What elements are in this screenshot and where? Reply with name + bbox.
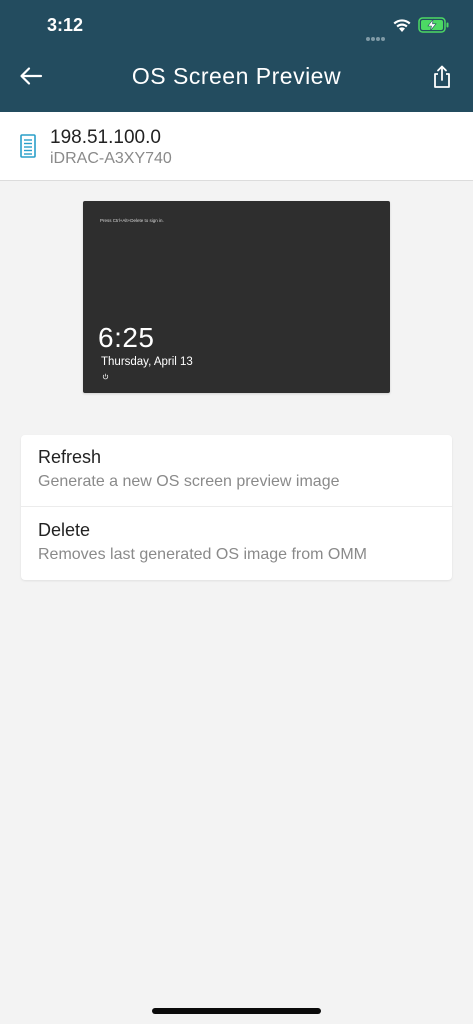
delete-subtitle: Removes last generated OS image from OMM — [38, 546, 368, 563]
status-bar: 3:12 — [0, 0, 473, 50]
power-icon — [102, 373, 109, 380]
refresh-action[interactable]: Refresh Generate a new OS screen preview… — [21, 435, 452, 507]
app-header: 3:12 OS Screen Preview — [0, 0, 473, 112]
wifi-icon — [393, 19, 411, 32]
cellular-signal-icon — [366, 28, 388, 41]
home-indicator[interactable] — [152, 1008, 321, 1014]
device-ip-address: 198.51.100.0 — [50, 127, 161, 148]
page-title: OS Screen Preview — [131, 63, 342, 89]
status-time: 3:12 — [47, 15, 84, 35]
refresh-subtitle: Generate a new OS screen preview image — [38, 473, 340, 490]
battery-charging-icon — [418, 17, 449, 33]
device-header: 198.51.100.0 iDRAC-A3XY740 — [0, 112, 473, 181]
preview-clock-time: 6:25 — [98, 322, 155, 353]
nav-bar: OS Screen Preview — [0, 50, 473, 112]
share-icon[interactable] — [430, 63, 454, 91]
device-hostname: iDRAC-A3XY740 — [50, 150, 172, 167]
os-screen-preview-image: Press Ctrl+Alt+Delete to sign in. 6:25 T… — [83, 201, 390, 393]
delete-action[interactable]: Delete Removes last generated OS image f… — [21, 508, 452, 580]
preview-signin-hint: Press Ctrl+Alt+Delete to sign in. — [100, 218, 164, 223]
server-icon — [20, 134, 36, 158]
preview-date: Thursday, April 13 — [101, 356, 193, 368]
actions-card: Refresh Generate a new OS screen preview… — [21, 435, 452, 580]
delete-title: Delete — [38, 520, 91, 540]
refresh-title: Refresh — [38, 447, 102, 467]
